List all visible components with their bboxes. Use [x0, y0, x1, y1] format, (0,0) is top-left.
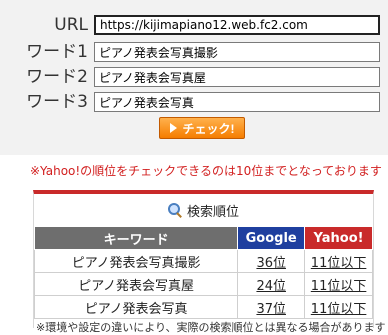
play-arrow-icon: [169, 123, 177, 133]
yahoo-rank-cell: 11位以下: [304, 249, 373, 273]
google-rank-link[interactable]: 37位: [256, 302, 286, 317]
yahoo-rank-link[interactable]: 11位以下: [311, 256, 367, 271]
yahoo-rank-link[interactable]: 11位以下: [311, 302, 367, 317]
url-row: URL: [0, 14, 388, 36]
yahoo-rank-link[interactable]: 11位以下: [311, 279, 367, 294]
google-rank-cell: 36位: [237, 249, 306, 273]
google-rank-link[interactable]: 24位: [256, 279, 286, 294]
yahoo-limit-notice: ※Yahoo!の順位をチェックできるのは10位までとなっております: [30, 164, 382, 178]
url-label: URL: [54, 15, 88, 35]
keyword-cell: ピアノ発表会写真: [33, 295, 239, 319]
keyword-column-header: キーワード: [33, 226, 239, 250]
google-column-header: Google: [237, 226, 306, 250]
check-button-label: チェック!: [182, 121, 235, 136]
word1-label: ワード1: [26, 42, 88, 62]
table-row: ピアノ発表会写真撮影 36位 11位以下: [33, 249, 373, 273]
url-input[interactable]: [94, 15, 380, 35]
word3-label: ワード3: [26, 92, 88, 112]
word2-label: ワード2: [26, 67, 88, 87]
word1-input[interactable]: [94, 42, 380, 62]
table-row: ピアノ発表会写真屋 24位 11位以下: [33, 272, 373, 296]
google-rank-link[interactable]: 36位: [256, 256, 286, 271]
magnifier-icon: [167, 203, 182, 218]
ranking-title-label: 検索順位: [186, 204, 239, 220]
yahoo-rank-cell: 11位以下: [304, 272, 373, 296]
word2-row: ワード2: [0, 66, 388, 88]
google-rank-cell: 24位: [237, 272, 306, 296]
search-form: URL ワード1 ワード2 ワード3 チェック!: [0, 0, 388, 155]
google-rank-cell: 37位: [237, 295, 306, 319]
word1-row: ワード1: [0, 41, 388, 63]
ranking-panel: 検索順位 キーワード Google Yahoo! ピアノ発表会写真撮影 36位 …: [33, 190, 374, 328]
ranking-table: キーワード Google Yahoo! ピアノ発表会写真撮影 36位 11位以下…: [33, 226, 373, 319]
keyword-cell: ピアノ発表会写真屋: [33, 272, 239, 296]
word3-row: ワード3: [0, 91, 388, 113]
table-row: ピアノ発表会写真 37位 11位以下: [33, 295, 373, 319]
word3-input[interactable]: [94, 92, 380, 112]
check-button[interactable]: チェック!: [159, 117, 245, 139]
ranking-title: 検索順位: [34, 198, 373, 222]
word2-input[interactable]: [94, 67, 380, 87]
yahoo-rank-cell: 11位以下: [304, 295, 373, 319]
yahoo-column-header: Yahoo!: [304, 226, 373, 250]
ranking-footnote: ※環境や設定の違いにより、実際の検索順位とは異なる場合があります: [36, 321, 386, 334]
keyword-cell: ピアノ発表会写真撮影: [33, 249, 239, 273]
ranking-header-row: キーワード Google Yahoo!: [33, 226, 373, 250]
